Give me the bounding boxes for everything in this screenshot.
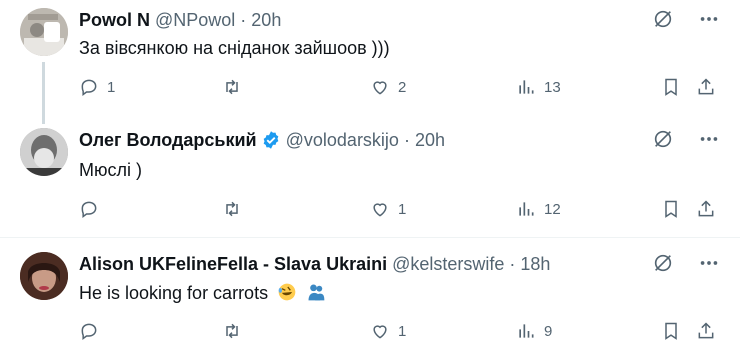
people-hugging-emoji-icon (308, 284, 325, 301)
share-button[interactable] (696, 321, 716, 341)
author-name[interactable]: Олег Володарський (79, 130, 257, 151)
tweet[interactable]: Олег Володарський @volodarskijo · 20h Мю… (0, 120, 740, 233)
reply-count: 1 (107, 78, 116, 96)
retweet-button[interactable] (222, 321, 250, 341)
tweet-text: За вівсянкою на сніданок зайшоов ))) (79, 38, 390, 58)
tweet-header: Powol N @NPowol · 20h (79, 8, 281, 32)
retweet-button[interactable] (222, 77, 250, 97)
more-dots-icon[interactable] (698, 252, 720, 274)
like-button[interactable]: 1 (370, 321, 406, 341)
reply-icon (81, 323, 97, 340)
tweet[interactable]: Alison UKFelineFella - Slava Ukraini @ke… (0, 244, 740, 353)
author-name[interactable]: Alison UKFelineFella - Slava Ukraini (79, 254, 387, 275)
views-button[interactable]: 13 (516, 77, 561, 97)
more-dots-icon[interactable] (698, 128, 720, 150)
reply-icon (81, 201, 97, 218)
tweet-actions: 1 9 (79, 321, 719, 345)
tweet-actions: 1 12 (79, 199, 719, 223)
avatar[interactable] (20, 128, 68, 176)
separator-dot: · (403, 129, 410, 150)
retweet-icon (226, 201, 238, 217)
like-count: 2 (398, 78, 407, 96)
share-icon (698, 78, 714, 95)
like-button[interactable]: 2 (370, 77, 406, 97)
heart-icon (373, 203, 387, 217)
retweet-icon (226, 323, 238, 339)
tweet[interactable]: Powol N @NPowol · 20h За вівсянкою на сн… (0, 0, 740, 113)
bookmark-icon (665, 322, 677, 340)
bookmark-button[interactable] (661, 321, 681, 341)
bookmark-icon (665, 78, 677, 96)
views-button[interactable]: 9 (516, 321, 552, 341)
grok-slash-icon[interactable] (652, 252, 674, 274)
tweet-header: Alison UKFelineFella - Slava Ukraini @ke… (79, 252, 550, 276)
like-count: 1 (398, 322, 407, 340)
tweet-header: Олег Володарський @volodarskijo · 20h (79, 128, 445, 152)
grok-slash-icon[interactable] (652, 8, 674, 30)
tweet-text: He is looking for carrots (79, 283, 269, 303)
verified-badge-icon[interactable] (261, 130, 281, 150)
grok-slash-icon[interactable] (652, 128, 674, 150)
avatar[interactable] (20, 8, 68, 56)
views-count: 13 (544, 78, 561, 96)
author-handle[interactable]: @kelsterswife (392, 254, 504, 275)
timestamp[interactable]: 20h (251, 10, 281, 31)
views-bar-icon (519, 80, 534, 94)
heart-icon (373, 325, 387, 339)
divider (0, 237, 740, 238)
views-bar-icon (519, 202, 534, 216)
views-count: 9 (544, 322, 553, 340)
views-bar-icon (519, 324, 534, 338)
rofl-emoji-icon (278, 283, 296, 301)
views-button[interactable]: 12 (516, 199, 561, 219)
heart-icon (373, 81, 387, 95)
tweet-actions: 1 2 13 (79, 77, 719, 101)
bookmark-icon (665, 200, 677, 218)
separator-dot: · (240, 9, 247, 30)
like-count: 1 (398, 200, 407, 218)
author-name[interactable]: Powol N (79, 10, 150, 31)
reply-button[interactable] (79, 199, 107, 219)
tweet-text-container: He is looking for carrots (79, 282, 326, 304)
separator-dot: · (509, 253, 516, 274)
reply-icon (81, 79, 97, 96)
reply-button[interactable] (79, 321, 107, 341)
views-count: 12 (544, 200, 561, 218)
timestamp[interactable]: 18h (520, 254, 550, 275)
retweet-button[interactable] (222, 199, 250, 219)
author-handle[interactable]: @volodarskijo (286, 130, 399, 151)
more-dots-icon[interactable] (698, 8, 720, 30)
reply-button[interactable]: 1 (79, 77, 115, 97)
author-handle[interactable]: @NPowol (155, 10, 235, 31)
like-button[interactable]: 1 (370, 199, 406, 219)
retweet-icon (226, 79, 238, 95)
bookmark-button[interactable] (661, 199, 681, 219)
share-button[interactable] (696, 77, 716, 97)
avatar[interactable] (20, 252, 68, 300)
tweet-text: Мюслі ) (79, 160, 142, 180)
share-icon (698, 200, 714, 217)
share-button[interactable] (696, 199, 716, 219)
bookmark-button[interactable] (661, 77, 681, 97)
share-icon (698, 322, 714, 339)
timestamp[interactable]: 20h (415, 130, 445, 151)
